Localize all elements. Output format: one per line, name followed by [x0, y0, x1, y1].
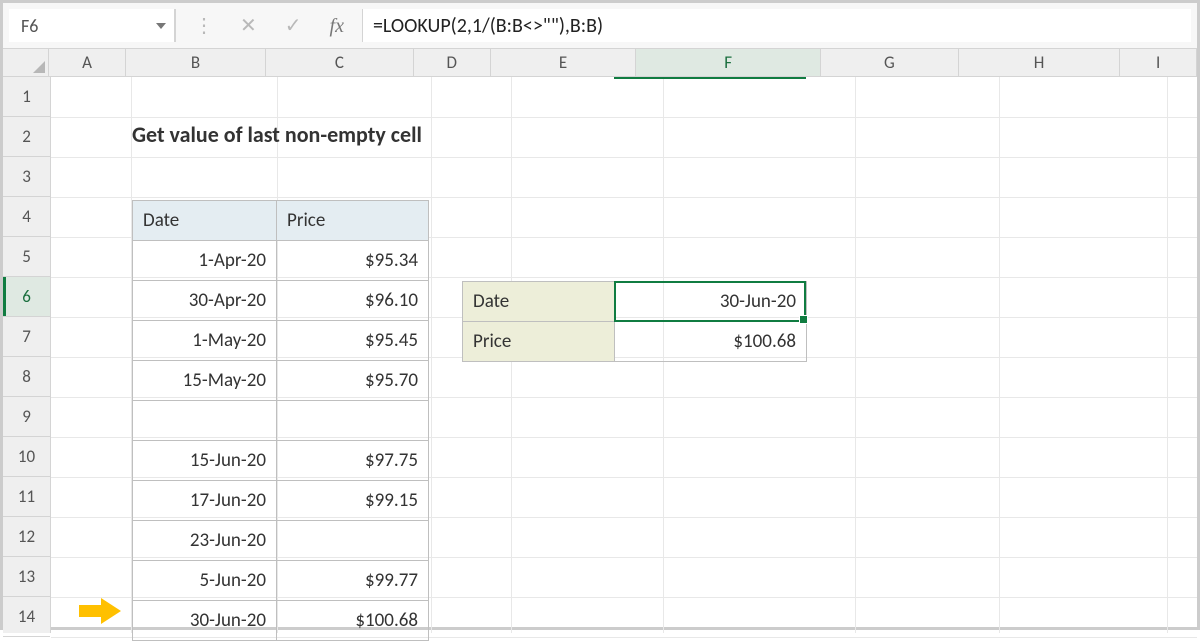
- cell-price[interactable]: $96.10: [277, 281, 429, 321]
- cell-date[interactable]: 15-Jun-20: [133, 441, 277, 481]
- col-header-i[interactable]: I: [1120, 49, 1197, 76]
- data-table: Date Price 1-Apr-20$95.3430-Apr-20$96.10…: [132, 200, 429, 641]
- col-header-price[interactable]: Price: [277, 201, 429, 241]
- row-header-13[interactable]: 13: [3, 557, 50, 597]
- col-header-g[interactable]: G: [821, 49, 959, 76]
- result-value[interactable]: $100.68: [615, 322, 807, 362]
- row-header-12[interactable]: 12: [3, 517, 50, 557]
- enter-icon[interactable]: ✓: [285, 16, 302, 36]
- cell-price[interactable]: $95.45: [277, 321, 429, 361]
- formula-bar-buttons: ⋮ ✕ ✓ fx: [176, 3, 362, 48]
- table-row[interactable]: Date30-Jun-20: [463, 282, 807, 322]
- row-header-4[interactable]: 4: [3, 197, 50, 237]
- cell-date[interactable]: 15-May-20: [133, 361, 277, 401]
- table-row[interactable]: 23-Jun-20: [133, 521, 429, 561]
- col-header-b[interactable]: B: [126, 49, 266, 76]
- formula-bar: F6 ⋮ ✕ ✓ fx =LOOKUP(2,1/(B:B<>""),B:B): [3, 3, 1197, 49]
- row-header-7[interactable]: 7: [3, 317, 50, 357]
- cell-price[interactable]: $99.15: [277, 481, 429, 521]
- row-header-1[interactable]: 1: [3, 77, 50, 117]
- cell-price[interactable]: $97.75: [277, 441, 429, 481]
- col-header-h[interactable]: H: [959, 49, 1120, 76]
- table-row[interactable]: 1-May-20$95.45: [133, 321, 429, 361]
- name-box-wrap[interactable]: F6: [9, 9, 175, 42]
- cell-date[interactable]: 5-Jun-20: [133, 561, 277, 601]
- table-row[interactable]: 30-Jun-20$100.68: [133, 601, 429, 641]
- active-column-underline: [614, 77, 806, 79]
- cell-date[interactable]: 17-Jun-20: [133, 481, 277, 521]
- table-row[interactable]: Price$100.68: [463, 322, 807, 362]
- row-header-6[interactable]: 6: [3, 277, 50, 317]
- page-title: Get value of last non-empty cell: [132, 121, 422, 148]
- result-value[interactable]: 30-Jun-20: [615, 282, 807, 322]
- result-label[interactable]: Date: [463, 282, 615, 322]
- arrow-annotation-icon: [79, 599, 121, 621]
- fx-icon[interactable]: fx: [330, 16, 344, 36]
- table-row[interactable]: 15-Jun-20$97.75: [133, 441, 429, 481]
- cell-date[interactable]: 1-May-20: [133, 321, 277, 361]
- result-table: Date30-Jun-20Price$100.68: [462, 281, 807, 362]
- col-header-d[interactable]: D: [414, 49, 491, 76]
- row-header-11[interactable]: 11: [3, 477, 50, 517]
- cell-date[interactable]: [133, 401, 277, 441]
- dropdown-icon[interactable]: [156, 23, 166, 29]
- cell-date[interactable]: 23-Jun-20: [133, 521, 277, 561]
- cell-price[interactable]: [277, 401, 429, 441]
- select-all-corner[interactable]: [3, 49, 49, 76]
- row-header-2[interactable]: 2: [3, 117, 50, 157]
- row-header-5[interactable]: 5: [3, 237, 50, 277]
- cell-date[interactable]: 30-Jun-20: [133, 601, 277, 641]
- row-header-3[interactable]: 3: [3, 157, 50, 197]
- table-row[interactable]: 15-May-20$95.70: [133, 361, 429, 401]
- cell-date[interactable]: 1-Apr-20: [133, 241, 277, 281]
- row-header-10[interactable]: 10: [3, 437, 50, 477]
- table-row[interactable]: 30-Apr-20$96.10: [133, 281, 429, 321]
- col-header-a[interactable]: A: [49, 49, 126, 76]
- cell-price[interactable]: $99.77: [277, 561, 429, 601]
- table-row[interactable]: 5-Jun-20$99.77: [133, 561, 429, 601]
- row-header-14[interactable]: 14: [3, 597, 50, 637]
- table-row[interactable]: [133, 401, 429, 441]
- cell-price[interactable]: $95.34: [277, 241, 429, 281]
- col-header-f[interactable]: F: [636, 49, 820, 76]
- table-row[interactable]: 17-Jun-20$99.15: [133, 481, 429, 521]
- cancel-icon[interactable]: ✕: [240, 16, 257, 36]
- col-header-c[interactable]: C: [266, 49, 414, 76]
- cell-price[interactable]: $95.70: [277, 361, 429, 401]
- result-label[interactable]: Price: [463, 322, 615, 362]
- cell-price[interactable]: $100.68: [277, 601, 429, 641]
- row-header-9[interactable]: 9: [3, 397, 50, 437]
- row-header-8[interactable]: 8: [3, 357, 50, 397]
- name-box[interactable]: F6: [21, 15, 150, 37]
- table-row[interactable]: 1-Apr-20$95.34: [133, 241, 429, 281]
- formula-input[interactable]: =LOOKUP(2,1/(B:B<>""),B:B): [362, 9, 1191, 42]
- cell-date[interactable]: 30-Apr-20: [133, 281, 277, 321]
- col-header-e[interactable]: E: [491, 49, 637, 76]
- row-headers: 1234567891011121314: [3, 77, 51, 633]
- column-headers: ABCDEFGHI: [3, 49, 1197, 77]
- cell-price[interactable]: [277, 521, 429, 561]
- col-header-date[interactable]: Date: [133, 201, 277, 241]
- expand-icon[interactable]: ⋮: [194, 16, 212, 36]
